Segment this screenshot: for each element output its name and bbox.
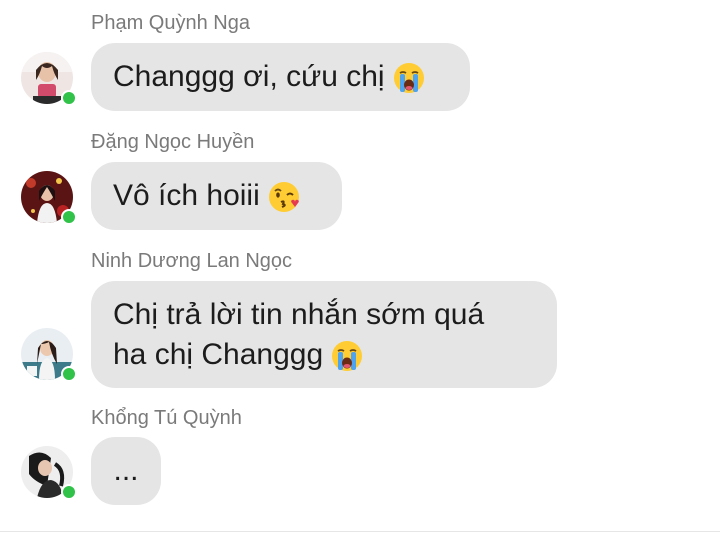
online-status-dot [61,209,77,225]
online-status-dot [61,366,77,382]
message-text: Changgg ơi, cứu chị [113,60,385,93]
online-status-dot [61,90,77,106]
avatar[interactable] [21,446,77,500]
message-bubble[interactable]: Vô ích hoiii [91,162,342,230]
message-text-line: Chị trả lời tin nhắn sớm quá [113,297,485,331]
avatar[interactable] [21,171,77,225]
sender-name[interactable]: Ninh Dương Lan Ngọc [91,250,292,273]
loudly-crying-face-icon [332,340,363,371]
divider [0,531,720,532]
message-text-line: ha chị Changgg [113,337,324,371]
avatar[interactable] [21,52,77,106]
chat-thread: Phạm Quỳnh Nga Changgg ơi, cứu chị Đặng … [0,0,720,540]
sender-name[interactable]: Phạm Quỳnh Nga [91,12,250,35]
message-bubble[interactable]: ... [91,437,161,505]
sender-name[interactable]: Khổng Tú Quỳnh [91,407,242,430]
online-status-dot [61,484,77,500]
message-bubble[interactable]: Chị trả lời tin nhắn sớm quá ha chị Chan… [91,281,557,388]
message-bubble[interactable]: Changgg ơi, cứu chị [91,43,470,111]
message-text: ... [113,454,139,487]
loudly-crying-face-icon [393,63,424,94]
sender-name[interactable]: Đặng Ngọc Huyền [91,131,254,154]
avatar[interactable] [21,328,77,382]
message-text: Vô ích hoiii [113,179,260,212]
face-blowing-kiss-icon [268,182,299,213]
